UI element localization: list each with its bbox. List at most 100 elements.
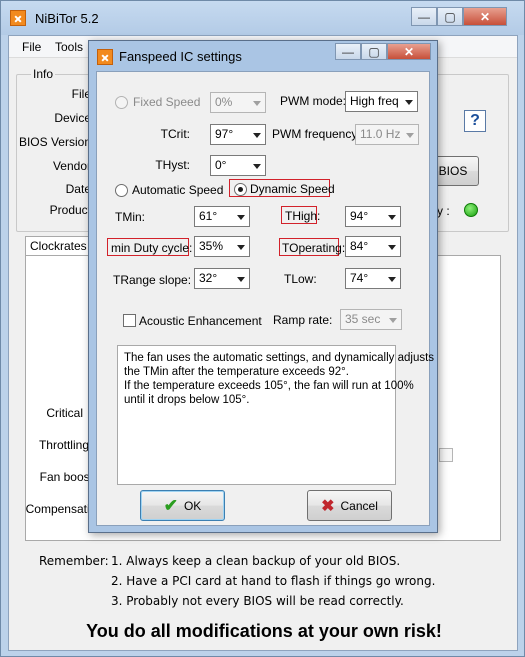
fixed-speed-radio[interactable] [115,96,128,109]
chevron-down-icon [388,215,396,220]
info-device-label: Device [54,111,91,125]
description-line: the TMin after the temperature exceeds 9… [124,366,349,378]
fixed-speed-label: Fixed Speed [133,95,201,109]
throttling-label: Throttling [38,438,89,452]
remember-item-1: 1. Always keep a clean backup of your ol… [111,554,401,568]
chevron-down-icon [406,133,414,138]
fixed-speed-select[interactable]: 0% [210,92,266,113]
tab-clockrates[interactable]: Clockrates [25,236,91,256]
toperating-select[interactable]: 84° [345,236,401,257]
cancel-button[interactable]: ✖ Cancel [307,490,392,521]
thigh-value: 94° [350,209,369,223]
dialog-title: Fanspeed IC settings [119,49,242,64]
chevron-down-icon [388,245,396,250]
thigh-select[interactable]: 94° [345,206,401,227]
description-line: until it drops below 105°. [124,394,250,406]
remember-item-3: 3. Probably not every BIOS will be read … [111,594,404,608]
main-titlebar[interactable]: NiBiTor 5.2 — ▢ ✕ [1,1,524,35]
chevron-down-icon [253,164,261,169]
tmin-value: 61° [199,209,218,223]
description-textbox[interactable]: The fan uses the automatic settings, and… [117,345,435,485]
thyst-label: THyst: [155,158,190,172]
remember-item-2: 2. Have a PCI card at hand to flash if t… [111,574,436,588]
trange-slope-value: 32° [199,271,218,285]
thyst-value: 0° [215,158,227,172]
main-window-controls: — ▢ ✕ [411,7,507,26]
dialog-client-area: Fixed Speed 0% PWM mode: High freq TCrit… [96,71,435,526]
trange-slope-label: TRange slope: [113,273,192,287]
ramp-rate-label: Ramp rate: [273,313,333,327]
pwm-mode-value: High freq [350,94,399,108]
description-line: The fan uses the automatic settings, and… [124,352,435,364]
acoustic-enhancement-label: Acoustic Enhancement [139,314,262,328]
ramp-rate-select[interactable]: 35 sec [340,309,402,330]
integrity-ok-indicator-icon [464,203,478,217]
dialog-close-button[interactable]: ✕ [387,43,431,60]
info-date-label: Date [65,182,91,196]
pwm-frequency-select[interactable]: 11.0 Hz [355,124,419,145]
trange-slope-select[interactable]: 32° [194,268,250,289]
automatic-speed-radio[interactable] [115,184,128,197]
min-duty-cycle-select[interactable]: 35% [194,236,250,257]
risk-warning-text: You do all modifications at your own ris… [86,621,442,641]
tcrit-value: 97° [215,127,234,141]
help-icon[interactable]: ? [464,110,486,132]
min-duty-cycle-label: min Duty cycle: [111,241,193,255]
cancel-button-label: Cancel [340,498,378,513]
automatic-speed-label: Automatic Speed [132,183,224,197]
info-vendor-label: Vendor [52,159,91,173]
tlow-value: 74° [350,271,369,285]
dynamic-speed-label: Dynamic Speed [250,182,335,196]
thyst-select[interactable]: 0° [210,155,266,176]
scroll-box[interactable] [439,448,453,462]
fan-boost-label: Fan boost [39,470,93,484]
acoustic-enhancement-checkbox[interactable] [123,314,136,327]
main-maximize-button[interactable]: ▢ [437,7,463,26]
tcrit-label: TCrit: [160,127,190,141]
checkmark-icon: ✔ [163,495,178,515]
remember-label: Remember: [39,554,109,568]
chevron-down-icon [237,215,245,220]
min-duty-cycle-value: 35% [199,239,224,253]
main-minimize-button[interactable]: — [411,7,437,26]
ok-button[interactable]: ✔ OK [140,490,225,521]
tmin-label: TMin: [115,210,145,224]
chevron-down-icon [237,245,245,250]
dialog-app-icon [97,49,113,65]
thigh-label: THigh: [285,209,321,223]
critical-label: Critical [46,406,83,420]
ramp-rate-value: 35 sec [345,312,381,326]
chevron-down-icon [237,277,245,282]
chevron-down-icon [253,101,261,106]
pwm-mode-select[interactable]: High freq [345,91,418,112]
pwm-frequency-value: 11.0 Hz [360,127,401,141]
tcrit-select[interactable]: 97° [210,124,266,145]
info-product-label: Product [49,203,91,217]
tlow-label: TLow: [284,272,317,286]
nibitor-app-icon [10,10,26,26]
description-line: If the temperature exceeds 105°, the fan… [124,380,414,392]
dialog-minimize-button[interactable]: — [335,43,361,60]
pwm-mode-label: PWM mode: [280,94,347,108]
main-close-button[interactable]: ✕ [463,7,507,26]
toperating-label: TOperating: [282,241,346,255]
menu-tools[interactable]: Tools [55,40,83,54]
dynamic-speed-radio[interactable] [234,183,247,196]
chevron-down-icon [405,100,413,105]
chevron-down-icon [253,133,261,138]
menu-file[interactable]: File [22,40,41,54]
main-window-title: NiBiTor 5.2 [35,11,99,26]
fanspeed-dialog: Fanspeed IC settings — ▢ ✕ Fixed Speed 0… [88,40,438,533]
info-group-label: Info [31,67,56,81]
ok-button-label: OK [183,498,202,513]
info-file-label: File [71,87,91,101]
tmin-select[interactable]: 61° [194,206,250,227]
chevron-down-icon [388,277,396,282]
cancel-x-icon: ✖ [321,497,335,515]
dialog-window-controls: — ▢ ✕ [335,43,431,60]
tlow-select[interactable]: 74° [345,268,401,289]
dialog-titlebar[interactable]: Fanspeed IC settings — ▢ ✕ [89,41,437,71]
dialog-maximize-button[interactable]: ▢ [361,43,387,60]
info-bios-version-label: BIOS Version [18,135,91,149]
chevron-down-icon [389,318,397,323]
